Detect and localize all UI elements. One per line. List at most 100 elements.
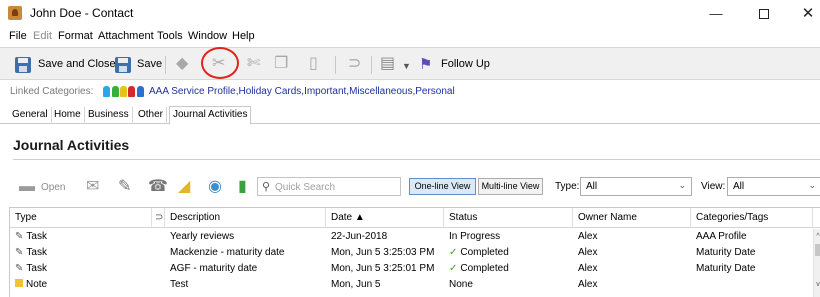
quick-search-input[interactable] [275,180,395,194]
floppy-icon [15,57,31,73]
cell-category: Maturity Date [696,247,756,258]
cell-date: Mon, Jun 5 [331,279,381,290]
tab-home[interactable]: Home [51,107,85,124]
tab-strip: General Home Business Other Journal Acti… [0,104,820,125]
cell-type: ✎ Task [10,245,152,261]
paste-icon[interactable]: ▯ [309,54,318,74]
cell-status-text: Completed [460,247,509,258]
checkmark-icon: ✓ [449,247,458,258]
cell-date: 22-Jun-2018 [331,231,388,242]
close-button[interactable]: ✕ [793,4,820,24]
cell-type: ✎ Task [10,229,152,245]
toolbar-separator [165,56,166,74]
main-toolbar: Save and Close Save ◆ ✂ ✄ ❐ ▯ ⊃ ▤ ▼ Foll… [0,47,820,80]
cell-description: Test [170,279,189,290]
document-icon[interactable]: ▮ [238,178,247,196]
menu-edit[interactable]: Edit [33,30,52,42]
cell-description: AGF - maturity date [170,263,258,274]
one-line-view-button[interactable]: One-line View [409,178,476,195]
scroll-down-icon[interactable]: v [814,281,820,288]
meeting-icon[interactable]: ◉ [208,178,222,196]
search-icon: ⚲ [262,181,271,193]
type-filter-select[interactable]: All ⌄ [580,177,692,196]
menu-window[interactable]: Window [188,30,227,42]
linked-categories-value[interactable]: AAA Service Profile,Holiday Cards,Import… [149,86,455,97]
menu-file[interactable]: File [9,30,27,42]
cell-category [691,277,809,293]
grid-header: Type ⊃ Description Date ▲ Status Owner N… [10,208,820,228]
type-filter-value: All [586,181,598,192]
column-header-categories[interactable]: Categories/Tags [691,208,813,228]
chevron-down-icon[interactable]: ▼ [402,56,411,76]
chevron-down-icon: ⌄ [808,180,816,190]
menu-attachment[interactable]: Attachment [98,30,154,42]
copy-icon[interactable]: ❐ [274,54,288,74]
table-row[interactable]: Note Test Mon, Jun 5 None Alex [10,277,810,297]
note-icon[interactable]: ◢ [178,178,190,196]
cell-status: In Progress [449,231,501,242]
column-header-description[interactable]: Description [165,208,326,228]
cell-owner: Alex [578,231,598,242]
follow-up-flag-icon[interactable]: ⚑ [419,55,432,73]
maximize-icon [759,8,769,19]
table-row[interactable]: ✎ Task AGF - maturity date Mon, Jun 5 3:2… [10,261,810,277]
tab-journal-activities[interactable]: Journal Activities [169,106,252,125]
tab-business[interactable]: Business [85,107,133,124]
cell-status: None [449,279,473,290]
scrollbar-thumb[interactable] [815,244,820,256]
view-filter-label: View: [701,181,726,192]
menu-format[interactable]: Format [58,30,93,42]
section-title: Journal Activities [13,137,130,153]
scissors-icon[interactable]: ✄ [247,54,260,74]
maximize-button[interactable] [749,4,779,24]
cell-category: Maturity Date [696,263,756,274]
cell-status: ✓ Completed [444,261,573,277]
app-contact-icon [8,6,22,20]
scroll-up-icon[interactable]: ^ [814,233,820,240]
eraser-icon[interactable]: ◆ [176,54,188,74]
window-title: John Doe - Contact [30,6,134,20]
attach-icon[interactable]: ⊃ [348,54,361,74]
category-tag-icon [120,86,127,97]
cell-type-text: Task [26,263,47,274]
cell-description: Yearly reviews [170,231,235,242]
checkmark-icon: ✓ [449,263,458,274]
tab-other[interactable]: Other [135,107,168,124]
column-header-type[interactable]: Type [10,208,152,228]
task-icon: ✎ [15,231,24,242]
cell-type: ✎ Task [10,261,152,277]
category-tag-icon [137,86,144,97]
column-header-status[interactable]: Status [444,208,573,228]
cell-status: ✓ Completed [444,245,573,261]
clipboard-icon[interactable]: ▤ [380,54,395,74]
cell-status-text: Completed [460,263,509,274]
minimize-button[interactable]: — [701,4,731,24]
toolbar-separator [371,56,372,74]
column-header-owner[interactable]: Owner Name [573,208,691,228]
cell-description: Mackenzie - maturity date [170,247,285,258]
menu-tools[interactable]: Tools [157,30,183,42]
multi-line-view-button[interactable]: Multi-line View [478,178,543,195]
activities-grid: Type ⊃ Description Date ▲ Status Owner N… [9,207,820,297]
category-tag-icon [103,86,110,97]
cell-date: Mon, Jun 5 3:25:03 PM [331,247,435,258]
tab-general[interactable]: General [9,107,52,124]
attachment-column-icon[interactable]: ⊃ [152,208,165,228]
task-icon[interactable]: ✎ [118,178,131,196]
linked-categories-label: Linked Categories: [10,86,94,97]
email-icon[interactable]: ✉ [86,178,99,196]
cell-type-text: Task [26,231,47,242]
cell-type-text: Note [26,279,48,290]
column-header-date[interactable]: Date ▲ [326,208,444,228]
table-row[interactable]: ✎ Task Mackenzie - maturity date Mon, Jun… [10,245,810,261]
cell-owner: Alex [578,263,598,274]
menu-help[interactable]: Help [232,30,255,42]
view-filter-select[interactable]: All ⌄ [727,177,820,196]
note-icon [15,279,23,287]
chevron-down-icon: ⌄ [678,180,686,190]
view-filter-value: All [733,181,745,192]
grid-scrollbar[interactable]: ^ v [813,229,820,297]
phone-call-icon[interactable]: ☎ [148,178,168,196]
floppy-icon [115,57,131,73]
table-row[interactable]: ✎ Task Yearly reviews 22-Jun-2018 In Prog… [10,229,810,245]
